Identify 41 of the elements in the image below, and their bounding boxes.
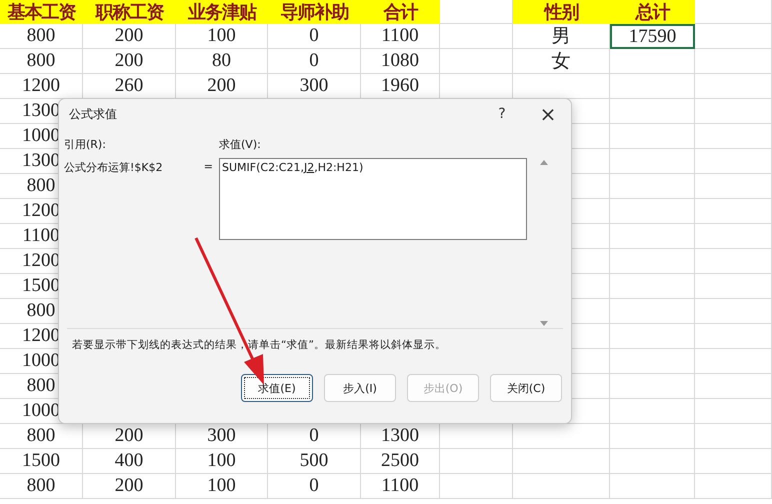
table-cell: 400	[83, 449, 176, 474]
help-button[interactable]: ?	[479, 99, 525, 129]
column-header: 合计	[361, 0, 440, 24]
table-cell: 500	[268, 449, 361, 474]
table-cell: 0	[268, 24, 361, 49]
table-cell: 2500	[361, 449, 440, 474]
scrollbar[interactable]	[539, 158, 549, 328]
equals-sign: =	[204, 160, 213, 175]
table-cell: 0	[268, 49, 361, 74]
column-header: 基本工资	[0, 0, 83, 24]
scroll-down-icon[interactable]	[539, 320, 549, 328]
dialog-button[interactable]: 求值(E)	[241, 374, 313, 402]
evaluation-field[interactable]: SUMIF(C2:C21,J2,H2:H21)	[219, 158, 527, 240]
dialog-button[interactable]: 步入(I)	[324, 374, 396, 402]
table-cell: 1100	[361, 474, 440, 499]
column-header: 性别	[513, 0, 610, 24]
table-cell: 100	[176, 24, 268, 49]
table-cell: 200	[83, 474, 176, 499]
close-button[interactable]: ×	[525, 99, 571, 129]
table-cell: 0	[268, 474, 361, 499]
column-header: 业务津贴	[176, 0, 268, 24]
table-cell: 80	[176, 49, 268, 74]
table-cell: 17590	[610, 24, 695, 49]
table-cell: 女	[513, 49, 610, 74]
table-cell: 800	[0, 49, 83, 74]
column-header: 总计	[610, 0, 695, 24]
table-cell: 1100	[361, 24, 440, 49]
column-header: 职称工资	[83, 0, 176, 24]
evaluation-label: 求值(V):	[219, 137, 262, 152]
table-cell: 100	[176, 449, 268, 474]
table-cell: 200	[83, 49, 176, 74]
table-cell: 100	[176, 474, 268, 499]
dialog-button[interactable]: 关闭(C)	[490, 374, 562, 402]
table-cell: 800	[0, 474, 83, 499]
table-cell: 1500	[0, 449, 83, 474]
table-cell: 男	[513, 24, 610, 49]
table-cell: 800	[0, 24, 83, 49]
table-cell: 200	[83, 24, 176, 49]
table-cell: 1080	[361, 49, 440, 74]
column-header: 导师补助	[268, 0, 361, 24]
scroll-up-icon[interactable]	[539, 158, 549, 166]
